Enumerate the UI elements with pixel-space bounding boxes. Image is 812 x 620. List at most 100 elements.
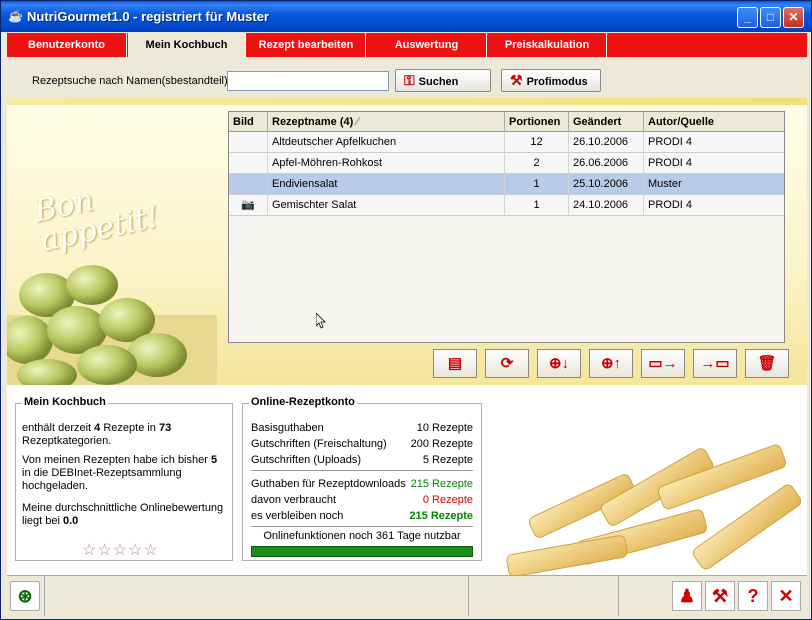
help-icon[interactable]: ? — [738, 581, 768, 611]
cell-autor: PRODI 4 — [648, 157, 693, 169]
import-button[interactable]: →▭ — [693, 349, 737, 378]
cell-bild — [229, 132, 268, 153]
cutlery-icon[interactable]: ⚒ — [705, 581, 735, 611]
trash-icon: 🗑 — [757, 355, 777, 372]
divider-bar — [7, 98, 807, 105]
bon-appetit-text: Bon appetit! — [31, 182, 163, 259]
upload-button[interactable]: ⊕↑ — [589, 349, 633, 378]
profimodus-button[interactable]: ⚒ Profimodus — [501, 69, 601, 92]
table-row[interactable]: Apfel-Möhren-Rohkost 2 26.06.2006 PRODI … — [229, 153, 784, 174]
search-row: Rezeptsuche nach Namen(sbestandteil): ⚿ S… — [7, 61, 807, 97]
status-cell — [469, 576, 619, 616]
delete-button[interactable]: 🗑 — [745, 349, 789, 378]
freischaltung-value: 200 Rezepte — [410, 438, 473, 450]
verbleiben-label: es verbleiben noch — [251, 510, 344, 522]
guthaben-value: 215 Rezepte — [410, 478, 473, 490]
search-input[interactable] — [227, 71, 389, 91]
minimize-button[interactable]: _ — [737, 7, 758, 28]
basisguthaben-label: Basisguthaben — [251, 422, 324, 434]
tab-auswertung[interactable]: Auswertung — [367, 33, 487, 57]
search-button[interactable]: ⚿ Suchen — [395, 69, 491, 92]
guthaben-label: Guthaben für Rezeptdownloads — [251, 478, 406, 490]
tab-mein-kochbuch[interactable]: Mein Kochbuch — [128, 33, 246, 58]
cell-geaendert: 26.06.2006 — [569, 153, 644, 174]
kochbuch-count-text: enthält derzeit 4 Rezepte in 73 Rezeptkat… — [22, 422, 172, 447]
cell-autor: Muster — [648, 178, 682, 190]
uploads-value: 5 Rezepte — [422, 454, 473, 466]
recipe-toolbar: ▤ ⟳ ⊕↓ ⊕↑ ▭→ →▭ 🗑 — [433, 349, 789, 379]
star-icon: ☆ — [128, 542, 144, 559]
cell-portionen: 1 — [505, 195, 569, 216]
cell-autor: PRODI 4 — [648, 136, 693, 148]
title-bar[interactable]: ☕ NutriGourmet1.0 - registriert für Must… — [1, 1, 811, 32]
sort-icon: ⁄ — [356, 116, 359, 128]
online-title: Online-Rezeptkonto — [249, 396, 357, 408]
cell-portionen: 2 — [505, 153, 569, 174]
online-status-text: Onlinefunktionen noch 361 Tage nutzbar — [263, 530, 461, 542]
table-row-selected[interactable]: Endiviensalat 1 25.10.2006 Muster — [229, 174, 784, 195]
star-icon: ☆ — [112, 542, 129, 559]
rating-stars: ☆☆☆☆☆ — [82, 540, 159, 560]
app-icon: ☕ — [8, 9, 23, 23]
export-button[interactable]: ▭→ — [641, 349, 685, 378]
star-icon: ☆ — [143, 542, 159, 559]
tab-preiskalkulation[interactable]: Preiskalkulation — [488, 33, 607, 57]
tab-bar: Benutzerkonto Mein Kochbuch Rezept bearb… — [7, 33, 807, 58]
tab-benutzerkonto[interactable]: Benutzerkonto — [7, 33, 127, 57]
col-bild[interactable]: Bild — [229, 112, 268, 132]
recipe-area: Bon appetit! Bild Rezeptname (4) ⁄ Porti… — [7, 105, 807, 385]
online-progress-bar — [251, 546, 473, 557]
main-window: ☕ NutriGourmet1.0 - registriert für Must… — [0, 0, 812, 620]
table-row[interactable]: Altdeutscher Apfelkuchen 12 26.10.2006 P… — [229, 132, 784, 153]
pasta-image — [506, 444, 802, 575]
verbleiben-value: 215 Rezepte — [409, 510, 473, 522]
online-panel: Online-Rezeptkonto Basisguthaben 10 Reze… — [242, 396, 482, 561]
cell-name: Endiviensalat — [268, 174, 505, 195]
table-header: Bild Rezeptname (4) ⁄ Portionen Geändert… — [229, 112, 784, 132]
globe-upload-icon: ⊕↑ — [600, 355, 622, 372]
cutlery-icon: ⚒ — [510, 72, 523, 88]
key-icon: ⚿ — [404, 72, 415, 88]
cell-portionen: 12 — [505, 132, 569, 153]
col-autor[interactable]: Autor/Quelle — [644, 112, 784, 132]
user-icon[interactable]: ♟ — [672, 581, 702, 611]
disk-export-icon: ▭→ — [648, 355, 678, 372]
download-button[interactable]: ⊕↓ — [537, 349, 581, 378]
uploads-label: Gutschriften (Uploads) — [251, 454, 362, 466]
search-button-label: Suchen — [418, 76, 459, 88]
cell-name: Apfel-Möhren-Rohkost — [268, 153, 505, 174]
exit-icon[interactable]: ✕ — [771, 581, 801, 611]
disk-import-icon: →▭ — [700, 355, 730, 372]
refresh-button[interactable]: ⟳ — [485, 349, 529, 378]
freischaltung-label: Gutschriften (Freischaltung) — [251, 438, 387, 450]
star-icon: ☆ — [82, 542, 98, 559]
maximize-button[interactable]: □ — [760, 7, 781, 28]
basisguthaben-value: 10 Rezepte — [416, 422, 473, 434]
col-portionen[interactable]: Portionen — [505, 112, 569, 132]
profimodus-button-label: Profimodus — [526, 76, 588, 88]
camera-icon: 📷 — [229, 195, 268, 216]
verbraucht-label: davon verbraucht — [251, 494, 336, 506]
col-rezeptname[interactable]: Rezeptname (4) ⁄ — [268, 112, 505, 132]
kochbuch-upload-text: Von meinen Rezepten habe ich bisher 5 in … — [22, 454, 218, 492]
tab-rezept-bearbeiten[interactable]: Rezept bearbeiten — [247, 33, 366, 57]
verbraucht-value: 0 Rezepte — [422, 494, 473, 506]
search-label: Rezeptsuche nach Namen(sbestandteil): — [32, 75, 231, 87]
document-icon: ▤ — [447, 355, 463, 372]
steering-wheel-icon[interactable]: ⊛ — [10, 581, 40, 611]
refresh-icon: ⟳ — [500, 355, 514, 372]
globe-download-icon: ⊕↓ — [548, 355, 570, 372]
document-button[interactable]: ▤ — [433, 349, 477, 378]
grapes-image — [7, 265, 217, 385]
separator — [251, 526, 473, 527]
cell-bild — [229, 153, 268, 174]
window-title: NutriGourmet1.0 - registriert für Muster — [27, 9, 269, 24]
cell-geaendert: 26.10.2006 — [569, 132, 644, 153]
col-geaendert[interactable]: Geändert — [569, 112, 644, 132]
status-cell: ⊛ — [7, 576, 45, 616]
table-row[interactable]: 📷 Gemischter Salat 1 24.10.2006 PRODI 4 — [229, 195, 784, 216]
close-button[interactable]: ✕ — [783, 7, 804, 28]
separator — [251, 470, 473, 471]
recipe-table: Bild Rezeptname (4) ⁄ Portionen Geändert… — [228, 111, 785, 343]
status-bar: ⊛ ♟ ⚒ ? ✕ — [7, 575, 807, 616]
